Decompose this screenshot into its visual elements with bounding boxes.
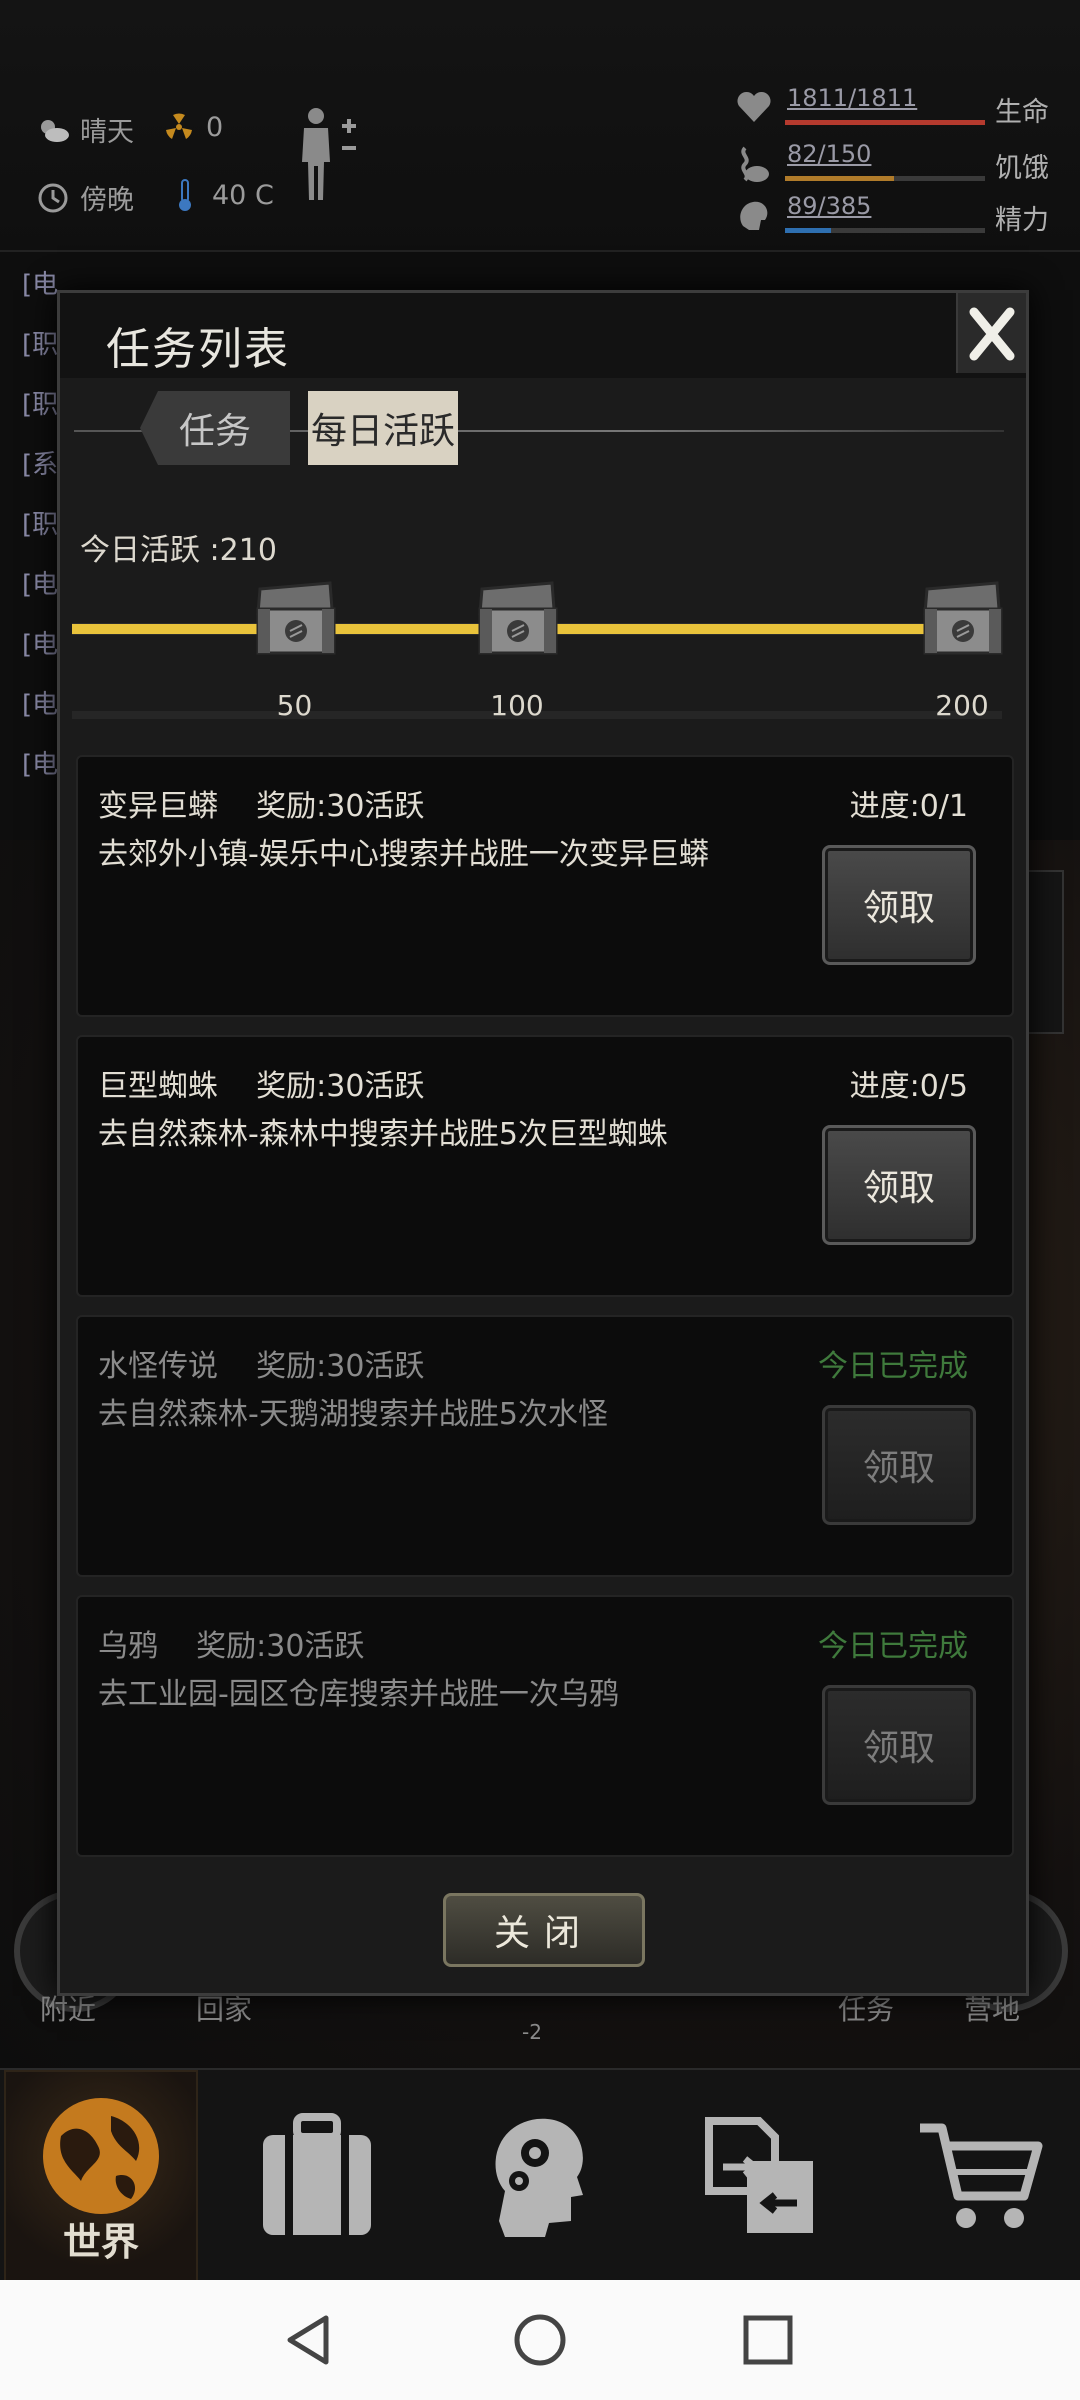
- tab-tasks[interactable]: 任务: [140, 391, 290, 465]
- close-x-button[interactable]: [956, 293, 1026, 373]
- task-status-completed: 今日已完成: [818, 1629, 968, 1664]
- close-icon: [969, 307, 1015, 361]
- health-bar: 1811/1811 生命: [735, 84, 1075, 140]
- energy-bar: 89/385 精力: [735, 192, 1075, 248]
- health-fill: [785, 120, 985, 125]
- sun-cloud-icon: [36, 113, 70, 147]
- nav-back-button[interactable]: [278, 2310, 338, 2370]
- tab-daily-activity[interactable]: 每日活跃: [308, 391, 458, 465]
- reward-chest-icon[interactable]: [254, 579, 336, 657]
- floor-indicator: -2: [522, 2020, 542, 2044]
- task-card: 乌鸦 奖励:30活跃 去工业园-园区仓库搜索并战胜一次乌鸦 今日已完成 领取: [76, 1595, 1014, 1857]
- task-card: 巨型蜘蛛 奖励:30活跃 去自然森林-森林中搜索并战胜5次巨型蜘蛛 进度:0/5…: [76, 1035, 1014, 1297]
- toolbar-world[interactable]: 世界: [4, 2070, 198, 2286]
- thermometer-icon: [168, 178, 202, 212]
- task-description: 去自然森林-森林中搜索并战胜5次巨型蜘蛛: [98, 1117, 668, 1152]
- claim-button[interactable]: 领取: [822, 845, 976, 965]
- toolbar-exchange[interactable]: [666, 2070, 856, 2282]
- exchange-icon: [705, 2117, 813, 2233]
- task-reward: 奖励:30活跃: [196, 1629, 365, 1664]
- toolbar-world-label: 世界: [62, 2219, 139, 2264]
- radiation-icon: [162, 110, 196, 144]
- brain-skills-icon: [495, 2118, 583, 2237]
- dialog-title: 任务列表: [106, 324, 290, 375]
- task-name: 变异巨蟒: [98, 789, 218, 824]
- temperature-status: 40 C: [168, 178, 274, 212]
- task-progress: 进度:0/5: [849, 1069, 968, 1104]
- toolbar-backpack[interactable]: [222, 2070, 412, 2282]
- time-status: 傍晚: [36, 178, 134, 217]
- task-list-dialog: 任务列表 任务 每日活跃 今日活跃 :210 50 100 200 变异巨蟒 奖励:…: [57, 290, 1029, 1996]
- close-button[interactable]: 关闭: [443, 1893, 645, 1967]
- system-navigation-bar: [0, 2280, 1080, 2400]
- task-description: 去郊外小镇-娱乐中心搜索并战胜一次变异巨蟒: [98, 837, 709, 872]
- task-name: 乌鸦: [98, 1629, 158, 1664]
- stomach-icon: [735, 144, 773, 186]
- character-body-icon[interactable]: [296, 104, 362, 204]
- milestone-label: 50: [276, 689, 313, 722]
- brain-icon: [735, 196, 773, 238]
- task-name: 巨型蜘蛛: [98, 1069, 218, 1104]
- clock-icon: [36, 181, 70, 215]
- task-name: 水怪传说: [98, 1349, 218, 1384]
- shopping-cart-icon: [920, 2123, 1043, 2228]
- task-description: 去自然森林-天鹅湖搜索并战胜5次水怪: [98, 1397, 608, 1432]
- task-progress: 进度:0/1: [849, 789, 968, 824]
- reward-chest-icon[interactable]: [476, 579, 558, 657]
- task-card: 变异巨蟒 奖励:30活跃 去郊外小镇-娱乐中心搜索并战胜一次变异巨蟒 进度:0/…: [76, 755, 1014, 1017]
- toolbar-shop[interactable]: [886, 2070, 1076, 2282]
- globe-icon: [43, 2097, 159, 2214]
- task-reward: 奖励:30活跃: [256, 1349, 425, 1384]
- reward-chest-icon[interactable]: [921, 579, 1003, 657]
- recents-icon: [743, 2315, 793, 2365]
- back-icon: [287, 2315, 329, 2365]
- radiation-status: 0: [162, 110, 223, 144]
- backpack-icon: [263, 2113, 371, 2235]
- status-bar: 晴天 0 傍晚 40 C 1811/1811 生命 82/150 饥饿 89/3…: [0, 0, 1080, 252]
- heart-icon: [735, 88, 773, 130]
- home-icon: [514, 2314, 566, 2366]
- milestone-label: 200: [935, 689, 989, 722]
- task-status-completed: 今日已完成: [818, 1349, 968, 1384]
- energy-fill: [785, 228, 832, 233]
- dialog-header: 任务列表: [60, 293, 1026, 378]
- task-reward: 奖励:30活跃: [256, 789, 425, 824]
- claim-button[interactable]: 领取: [822, 1125, 976, 1245]
- toolbar-skills[interactable]: [444, 2070, 634, 2282]
- claim-button[interactable]: 领取: [822, 1405, 976, 1525]
- daily-activity-value: 今日活跃 :210: [80, 533, 277, 568]
- weather-status: 晴天: [36, 110, 134, 149]
- task-reward: 奖励:30活跃: [256, 1069, 425, 1104]
- nav-recents-button[interactable]: [738, 2310, 798, 2370]
- milestone-label: 100: [490, 689, 544, 722]
- hunger-bar: 82/150 饥饿: [735, 140, 1075, 196]
- task-card: 水怪传说 奖励:30活跃 去自然森林-天鹅湖搜索并战胜5次水怪 今日已完成 领取: [76, 1315, 1014, 1577]
- claim-button[interactable]: 领取: [822, 1685, 976, 1805]
- hunger-fill: [785, 176, 895, 181]
- bottom-toolbar: 世界: [0, 2068, 1080, 2286]
- nav-home-button[interactable]: [510, 2310, 570, 2370]
- task-description: 去工业园-园区仓库搜索并战胜一次乌鸦: [98, 1677, 619, 1712]
